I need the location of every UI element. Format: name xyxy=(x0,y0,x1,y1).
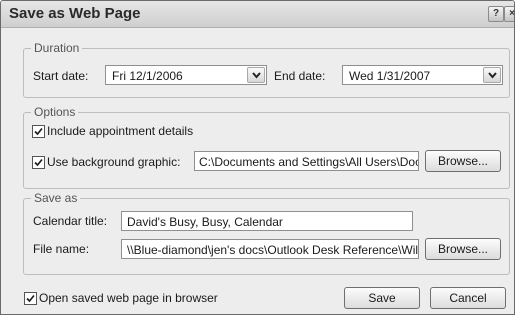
end-date-label: End date: xyxy=(274,69,326,83)
save-as-web-page-dialog: Save as Web Page ? × Duration Start date… xyxy=(0,0,515,315)
background-browse-button[interactable]: Browse... xyxy=(425,150,501,172)
calendar-title-label: Calendar title: xyxy=(33,214,108,228)
open-in-browser-checkbox[interactable] xyxy=(24,292,37,305)
end-date-dropdown[interactable]: Wed 1/31/2007 xyxy=(342,65,503,85)
title-bar[interactable]: Save as Web Page ? × xyxy=(1,1,514,28)
cancel-button[interactable]: Cancel xyxy=(430,287,506,309)
end-date-value: Wed 1/31/2007 xyxy=(349,69,431,83)
save-button[interactable]: Save xyxy=(344,287,420,309)
start-date-value: Fri 12/1/2006 xyxy=(112,69,183,83)
start-date-dropdown[interactable]: Fri 12/1/2006 xyxy=(105,65,267,85)
file-name-label: File name: xyxy=(33,242,90,256)
dialog-title: Save as Web Page xyxy=(9,5,141,22)
save-as-group: Save as Calendar title: David's Busy, Bu… xyxy=(23,191,510,275)
include-details-checkbox[interactable] xyxy=(32,125,45,138)
file-name-browse-button[interactable]: Browse... xyxy=(425,238,501,260)
duration-legend: Duration xyxy=(31,41,83,55)
use-background-label[interactable]: Use background graphic: xyxy=(47,155,180,169)
save-as-legend: Save as xyxy=(31,191,81,205)
options-legend: Options xyxy=(31,105,79,119)
include-details-label[interactable]: Include appointment details xyxy=(47,124,193,138)
file-name-value: \\Blue-diamond\jen's docs\Outlook Desk R… xyxy=(127,243,419,257)
background-path-field[interactable]: C:\Documents and Settings\All Users\Doc xyxy=(194,151,419,171)
use-background-checkbox[interactable] xyxy=(32,156,45,169)
file-name-field[interactable]: \\Blue-diamond\jen's docs\Outlook Desk R… xyxy=(121,239,419,259)
close-button[interactable]: × xyxy=(504,6,514,22)
chevron-down-icon[interactable] xyxy=(483,67,501,83)
chevron-down-icon[interactable] xyxy=(247,67,265,83)
duration-group: Duration Start date: Fri 12/1/2006 End d… xyxy=(23,41,510,98)
options-group: Options Include appointment details Use … xyxy=(23,105,510,189)
calendar-title-field[interactable]: David's Busy, Busy, Calendar xyxy=(121,211,413,231)
background-path-value: C:\Documents and Settings\All Users\Doc xyxy=(199,155,419,169)
start-date-label: Start date: xyxy=(33,69,89,83)
open-in-browser-label[interactable]: Open saved web page in browser xyxy=(39,291,218,305)
help-button[interactable]: ? xyxy=(488,6,504,22)
calendar-title-value: David's Busy, Busy, Calendar xyxy=(127,215,283,229)
